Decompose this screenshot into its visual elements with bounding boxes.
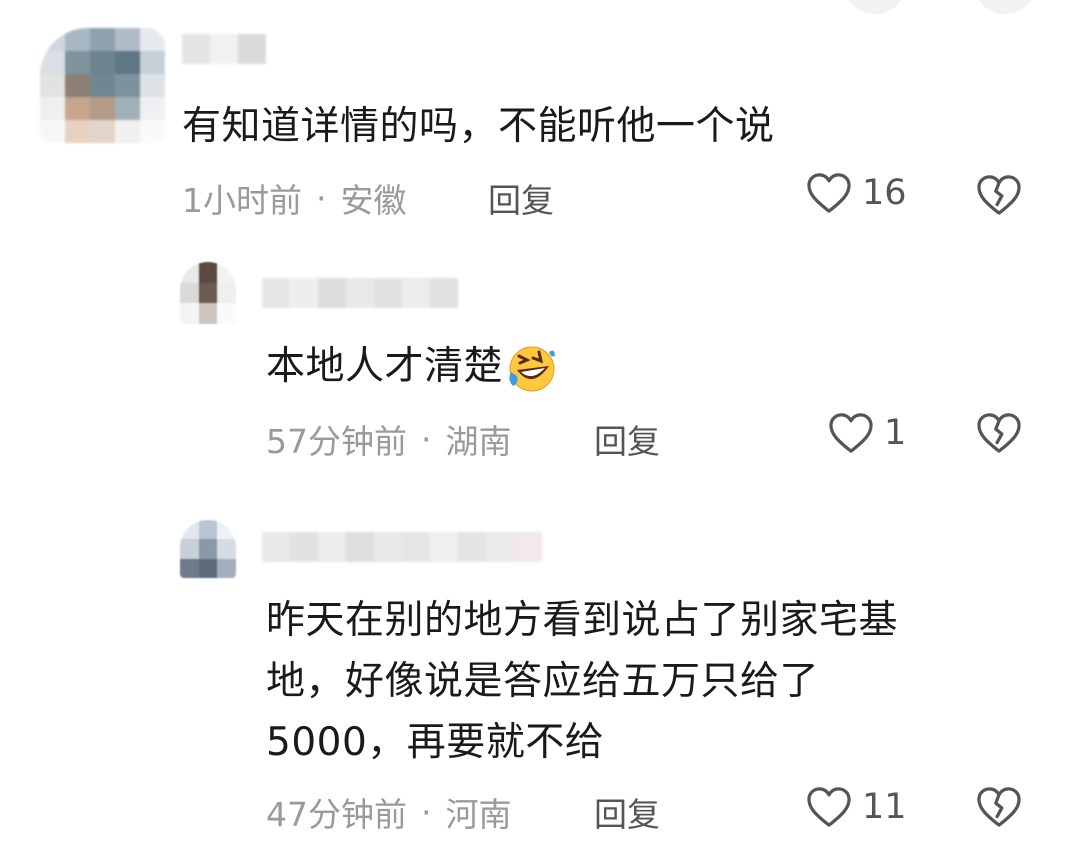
heart-outline-icon	[806, 172, 852, 214]
like-count: 16	[862, 173, 907, 213]
avatar[interactable]	[180, 262, 236, 324]
reply-button[interactable]: 回复	[488, 174, 554, 222]
like-count: 11	[862, 787, 907, 827]
comment-meta: 1小时前 · 安徽	[182, 174, 407, 222]
like-button[interactable]: 11	[806, 786, 907, 828]
comment-time: 57分钟前	[266, 422, 407, 461]
comment-time: 47分钟前	[266, 795, 407, 834]
comment-text: 有知道详情的吗，不能听他一个说	[182, 104, 775, 149]
comment-meta: 57分钟前 · 湖南	[266, 415, 512, 463]
separator: ·	[421, 792, 432, 832]
comment-meta: 47分钟前 · 河南	[266, 788, 512, 836]
avatar[interactable]	[180, 520, 236, 578]
reply-button[interactable]: 回复	[594, 788, 660, 836]
avatar[interactable]	[40, 28, 165, 143]
username[interactable]	[182, 34, 266, 64]
top-action-button-1[interactable]	[845, 0, 905, 14]
separator: ·	[421, 419, 432, 459]
like-button[interactable]: 1	[828, 412, 906, 454]
heart-outline-icon	[828, 412, 874, 454]
reply-button[interactable]: 回复	[594, 415, 660, 463]
like-count: 1	[884, 413, 907, 453]
username[interactable]	[262, 278, 458, 308]
comment-location: 安徽	[340, 181, 407, 220]
comment-text: 本地人才清楚	[266, 344, 504, 389]
separator: ·	[316, 178, 327, 218]
laughing-emoji-icon	[505, 344, 557, 394]
heart-outline-icon	[806, 786, 852, 828]
broken-heart-icon[interactable]	[976, 786, 1022, 828]
top-action-button-2[interactable]	[975, 0, 1035, 14]
comment-text: 昨天在别的地方看到说占了别家宅基 地，好像说是答应给五万只给了 5000，再要就…	[266, 598, 899, 765]
reply-text-line: 本地人才清楚	[266, 336, 966, 397]
comment-location: 湖南	[445, 422, 512, 461]
broken-heart-icon[interactable]	[976, 412, 1022, 454]
comment-location: 河南	[445, 795, 512, 834]
broken-heart-icon[interactable]	[976, 174, 1022, 216]
comment-time: 1小时前	[182, 181, 302, 220]
like-button[interactable]: 16	[806, 172, 907, 214]
username[interactable]	[262, 532, 542, 562]
